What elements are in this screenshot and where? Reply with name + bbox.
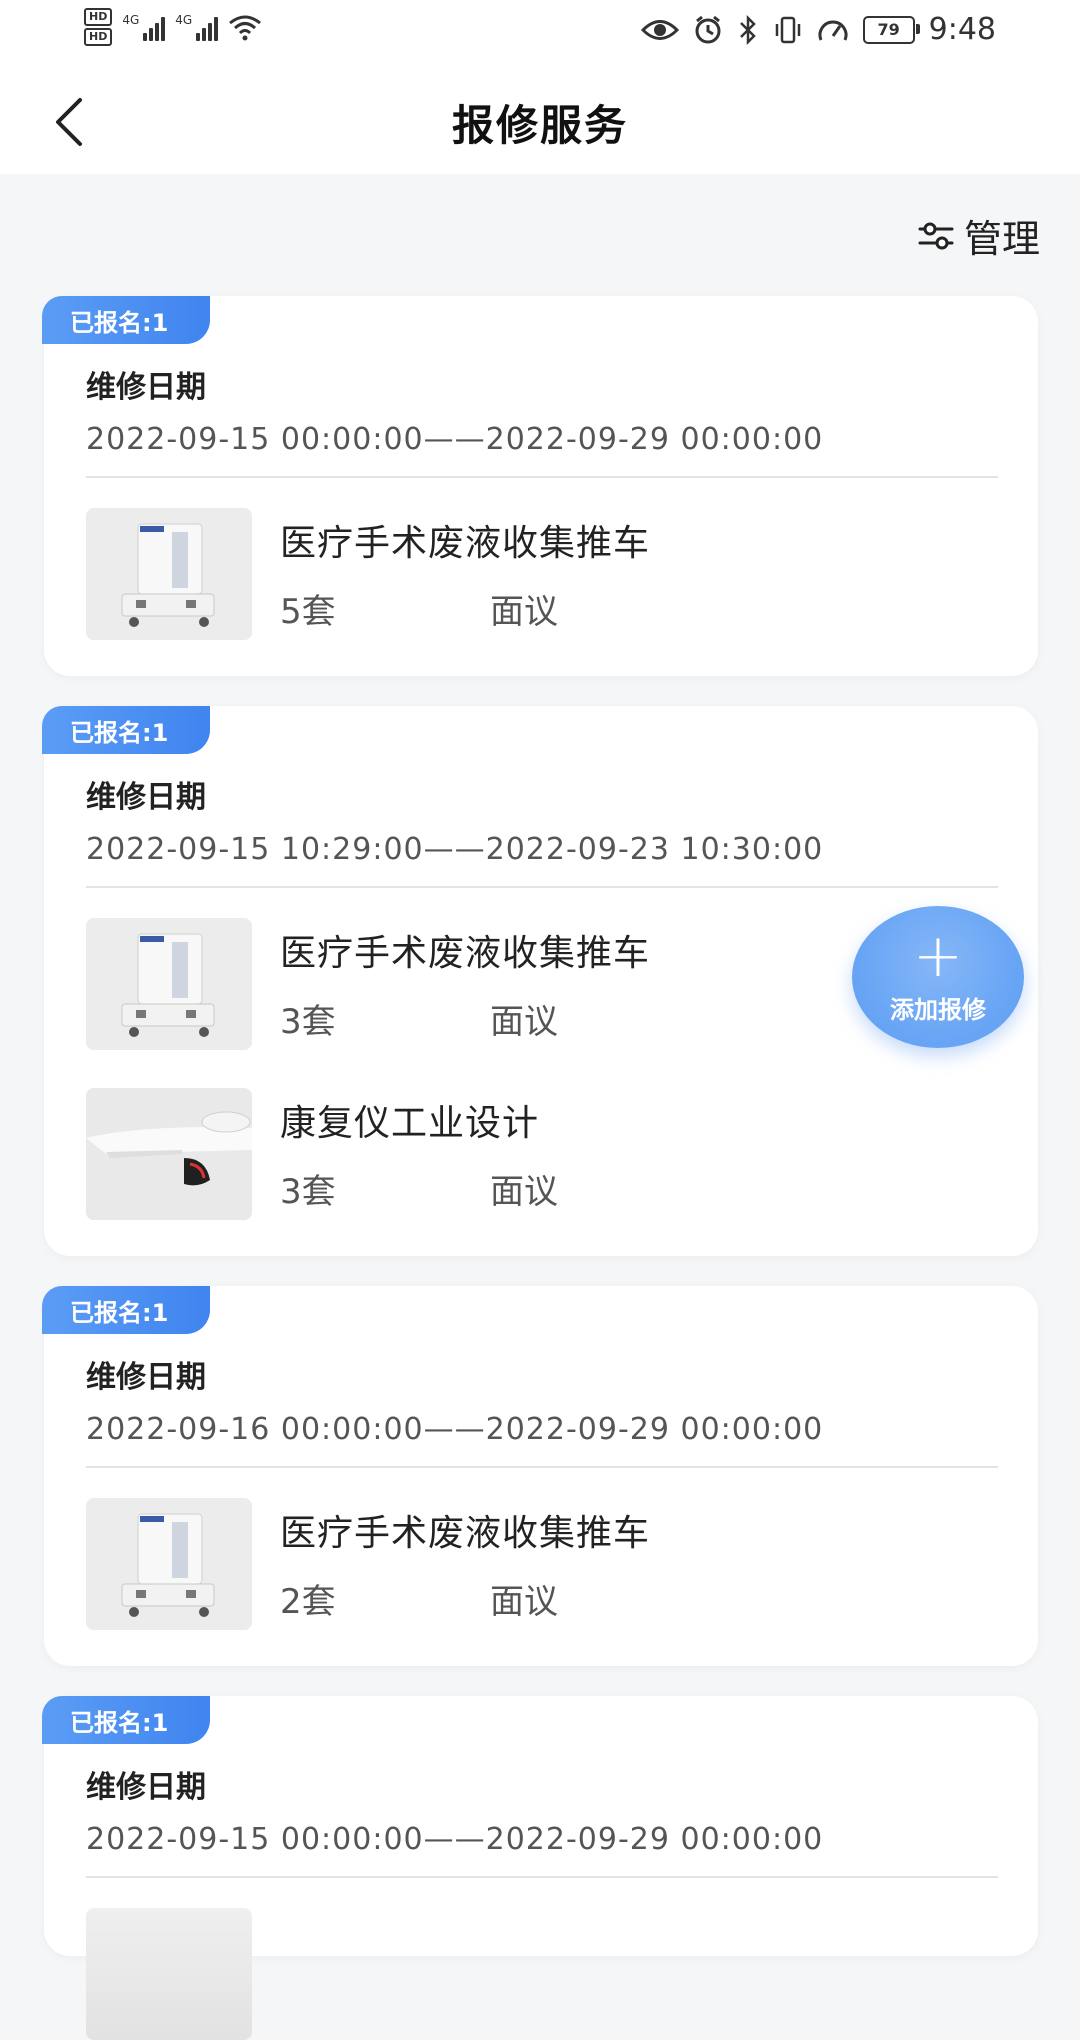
hd-indicators: HD HD [84,8,113,46]
product-quantity: 3套 [280,1172,336,1212]
network-type-2: 4G [175,13,193,27]
product-quantity: 3套 [280,1002,336,1042]
signal-icon-1: 4G [122,13,166,41]
nav-bar: 报修服务 [0,68,1080,174]
speed-icon [818,20,848,41]
page-title: 报修服务 [451,101,628,150]
hd-badge-1: HD [84,8,113,26]
product-quantity: 5套 [280,592,336,632]
date-range: 2022-09-15 00:00:00——2022-09-29 00:00:00 [86,422,824,457]
product-price: 面议 [490,1582,558,1622]
status-right: 79 9:48 [640,12,996,47]
add-repair-button[interactable]: + 添加报修 [852,906,1024,1048]
product-quantity: 2套 [280,1582,336,1622]
product-price: 面议 [490,592,558,632]
wifi-icon [229,15,262,41]
date-range: 2022-09-15 10:29:00——2022-09-23 10:30:00 [86,832,824,867]
divider [86,476,998,478]
signup-badge: 已报名:1 [42,1696,210,1744]
date-label: 维修日期 [86,1770,206,1805]
status-bar: HD HD 4G 4G 79 9:48 [0,0,1080,68]
date-label: 维修日期 [86,780,206,815]
product-image [86,1088,252,1220]
clock: 9:48 [928,12,996,47]
hd-badge-2: HD [84,28,113,46]
product-price: 面议 [490,1172,558,1212]
manage-label: 管理 [963,217,1040,261]
date-label: 维修日期 [86,1360,206,1395]
date-range: 2022-09-15 00:00:00——2022-09-29 00:00:00 [86,1822,824,1857]
product-name: 医疗手术废液收集推车 [280,933,651,974]
product-name: 医疗手术废液收集推车 [280,523,651,564]
repair-card[interactable]: 已报名:1 维修日期 2022-09-15 00:00:00——2022-09-… [42,1696,1038,2040]
alarm-icon [695,15,721,43]
signal-icon-2: 4G [175,13,219,41]
product-image [86,1498,252,1630]
product-price: 面议 [490,1002,558,1042]
divider [86,1466,998,1468]
battery-icon: 79 [862,15,920,44]
product-item[interactable]: 康复仪工业设计 3套 面议 [86,1088,998,1220]
cart-image-icon [86,508,252,640]
product-item[interactable]: 医疗手术废液收集推车 5套 面议 [86,508,998,640]
divider [86,1876,998,1878]
product-name: 康复仪工业设计 [280,1103,540,1144]
product-image [86,508,252,640]
plus-icon: + [912,920,964,991]
cart-image-icon [86,918,252,1050]
add-repair-label: 添加报修 [890,995,986,1024]
repair-card[interactable]: 已报名:1 维修日期 2022-09-15 00:00:00——2022-09-… [42,296,1038,676]
status-left: HD HD 4G 4G [84,8,262,46]
signup-badge: 已报名:1 [42,1286,210,1334]
divider [86,886,998,888]
product-image [86,1908,252,2040]
device-image-icon [86,1088,252,1220]
signup-badge: 已报名:1 [42,706,210,754]
sliders-icon [918,222,954,249]
signup-badge: 已报名:1 [42,296,210,344]
date-label: 维修日期 [86,370,206,405]
network-type-1: 4G [122,13,140,27]
repair-card[interactable]: 已报名:1 维修日期 2022-09-16 00:00:00——2022-09-… [42,1286,1038,1666]
product-item[interactable]: 医疗手术废液收集推车 2套 面议 [86,1498,998,1630]
cart-image-icon [86,1498,252,1630]
vibrate-icon [775,16,800,43]
bluetooth-icon [739,14,756,45]
product-image [86,918,252,1050]
product-name: 医疗手术废液收集推车 [280,1513,651,1554]
date-range: 2022-09-16 00:00:00——2022-09-29 00:00:00 [86,1412,824,1447]
manage-button[interactable]: 管理 [914,208,1040,263]
eye-icon [640,19,679,40]
